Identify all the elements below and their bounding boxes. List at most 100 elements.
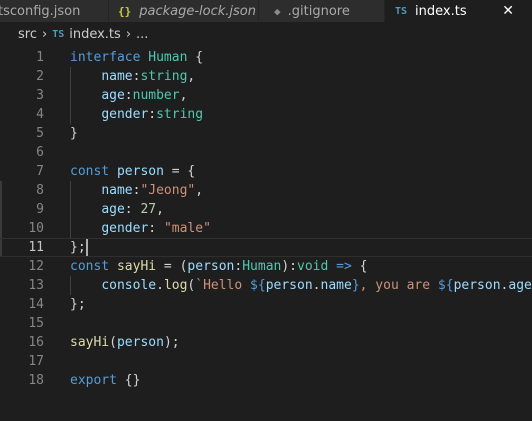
code-line[interactable]: 8 name:"Jeong", — [0, 181, 532, 200]
line-number: 16 — [28, 335, 44, 350]
code-line[interactable]: 9 age: 27, — [0, 200, 532, 219]
line-number: 10 — [28, 221, 44, 236]
code-token: string — [156, 107, 204, 122]
breadcrumb-symbol[interactable]: ... — [136, 27, 148, 42]
json-file-icon: {} — [118, 4, 132, 18]
code-token: : — [124, 202, 141, 217]
code-token: }; — [70, 240, 86, 255]
tab-package-lock-json[interactable]: {} package-lock.json — [109, 0, 259, 22]
code-line[interactable]: 6 — [0, 143, 532, 162]
code-token: const — [70, 259, 110, 274]
code-text: const person = { — [70, 162, 195, 181]
line-number: 13 — [28, 278, 44, 293]
code-token: ): — [281, 259, 298, 274]
code-text: } — [70, 124, 78, 143]
close-icon[interactable]: ✕ — [502, 4, 514, 18]
code-token: person — [265, 278, 313, 293]
code-token: sayHi — [70, 335, 110, 350]
code-token: "Jeong" — [140, 183, 196, 198]
code-token: {} — [116, 373, 141, 388]
code-token: , — [187, 69, 196, 84]
line-number: 18 — [28, 373, 44, 388]
code-line[interactable]: 10 gender: "male" — [0, 219, 532, 238]
tab-label: package-lock.json — [139, 3, 257, 19]
code-token: age — [101, 88, 125, 103]
text-cursor — [85, 239, 88, 256]
code-text: gender:string — [70, 105, 203, 124]
code-token: gender — [101, 221, 149, 236]
code-token: , — [156, 202, 164, 217]
line-number: 1 — [36, 50, 44, 65]
code-token: => — [336, 259, 352, 274]
code-token: , — [179, 88, 188, 103]
code-token: 27 — [140, 202, 157, 217]
code-line[interactable]: 17 — [0, 352, 532, 371]
code-line[interactable]: 3 age:number, — [0, 86, 532, 105]
tab-tsconfig-json[interactable]: tsconfig.json — [0, 0, 109, 22]
tab-label: .gitignore — [287, 3, 350, 19]
code-line[interactable]: 18 export {} — [0, 371, 532, 390]
code-token: console — [101, 278, 157, 293]
code-line[interactable]: 16 sayHi(person); — [0, 333, 532, 352]
code-token: { — [351, 259, 368, 274]
code-token: person — [116, 335, 164, 350]
code-token: ( — [109, 335, 117, 350]
code-token: = ( — [156, 259, 188, 274]
code-line[interactable]: 13 console.log(`Hello ${person.name}, yo… — [0, 276, 532, 295]
line-number: 4 — [36, 107, 44, 122]
code-text: console.log(`Hello ${person.name}, you a… — [70, 276, 532, 295]
code-token: `Hello — [195, 278, 251, 293]
line-number: 12 — [28, 259, 44, 274]
code-line[interactable]: 5} — [0, 124, 532, 143]
breadcrumb-file[interactable]: index.ts — [69, 27, 121, 42]
code-token: export — [70, 373, 117, 388]
code-token: Human — [242, 259, 282, 274]
code-token: Human — [148, 50, 188, 65]
tab-gitignore[interactable]: ◆ .gitignore — [259, 0, 385, 22]
code-token: person — [116, 164, 164, 179]
code-token: const — [70, 164, 110, 179]
code-token: log — [163, 278, 188, 293]
code-token: : — [124, 88, 133, 103]
tab-label: index.ts — [415, 3, 467, 19]
code-editor[interactable]: 1 interface Human {2 name:string, 3 age:nu… — [0, 47, 532, 421]
code-token: = { — [163, 164, 196, 179]
line-number: 8 — [36, 183, 44, 198]
code-line[interactable]: 2 name:string, — [0, 67, 532, 86]
code-text: age:number, — [70, 86, 187, 105]
code-line[interactable]: 11}; — [0, 238, 532, 257]
code-text: name:"Jeong", — [70, 181, 203, 200]
code-text: gender: "male" — [70, 219, 211, 238]
code-token: person — [187, 259, 235, 274]
code-text: age: 27, — [70, 200, 164, 219]
code-token: : — [148, 221, 164, 236]
code-text: sayHi(person); — [70, 333, 180, 352]
line-number: 7 — [36, 164, 44, 179]
code-text: const sayHi = (person:Human):void => { — [70, 257, 367, 276]
code-token: interface — [70, 50, 141, 65]
code-line[interactable]: 1 interface Human { — [0, 48, 532, 67]
code-text: }; — [70, 238, 88, 257]
code-line[interactable]: 4 gender:string — [0, 105, 532, 124]
chevron-right-icon: › — [125, 27, 132, 42]
code-line[interactable]: 7 const person = { — [0, 162, 532, 181]
tab-index-ts[interactable]: TS index.ts ✕ — [385, 0, 532, 22]
line-number: 14 — [28, 297, 44, 312]
code-token: . — [312, 278, 321, 293]
code-text: }; — [70, 295, 86, 314]
code-token: sayHi — [116, 259, 157, 274]
code-line[interactable]: 12 const sayHi = (person:Human):void => { — [0, 257, 532, 276]
code-token: name — [320, 278, 352, 293]
code-line[interactable]: 14}; — [0, 295, 532, 314]
editor-tab-bar: tsconfig.json {} package-lock.json ◆ .gi… — [0, 0, 532, 22]
breadcrumb-folder[interactable]: src — [18, 27, 37, 42]
code-token: age — [508, 278, 532, 293]
code-line[interactable]: 15 — [0, 314, 532, 333]
